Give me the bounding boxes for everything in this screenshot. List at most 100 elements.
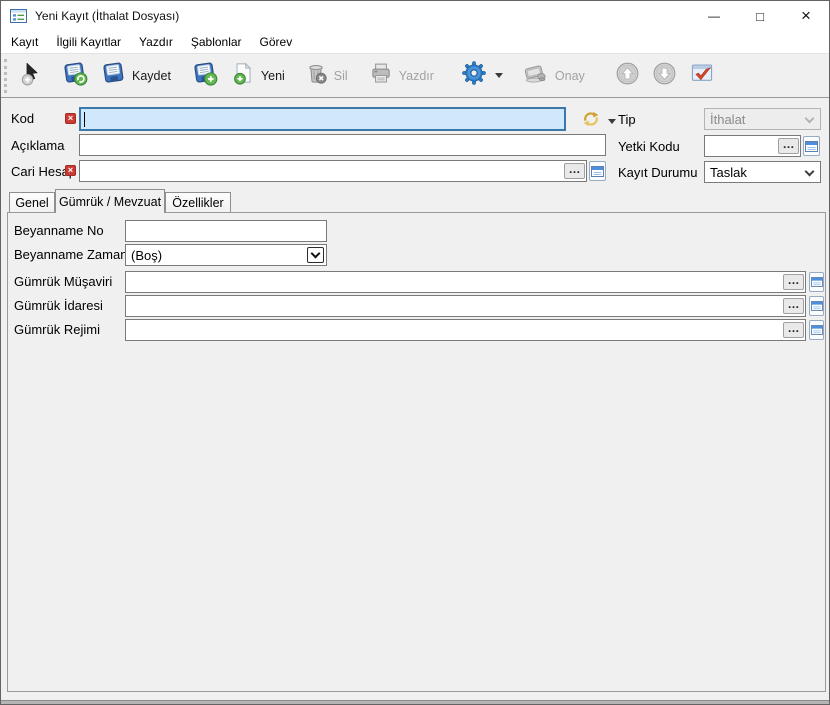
cari-hesap-detail-button[interactable] (589, 161, 606, 181)
approve-stamp-icon (522, 60, 550, 91)
kayit-durumu-chevron-icon (805, 167, 815, 177)
save-button-label: Kaydet (132, 69, 171, 83)
gumruk-rejimi-browse-button[interactable]: … (783, 322, 804, 338)
mini-window-icon (591, 166, 604, 177)
mini-window-icon (811, 277, 823, 287)
toolbar-grip-handle[interactable] (4, 59, 7, 93)
yetki-kodu-detail-button[interactable] (803, 136, 820, 156)
up-arrow-icon (614, 60, 641, 92)
new-record-button[interactable]: Yeni (230, 60, 285, 91)
gumruk-rejimi-detail-button[interactable] (809, 320, 824, 340)
gumruk-musaviri-browse-button[interactable]: … (783, 274, 804, 290)
save-refresh-button[interactable] (62, 60, 88, 91)
beyanname-zamani-value: (Boş) (131, 248, 162, 263)
new-record-icon (230, 60, 256, 91)
down-arrow-icon (651, 60, 678, 92)
print-button[interactable]: Yazdır (368, 60, 434, 91)
tip-select[interactable]: İthalat (704, 108, 821, 130)
kayit-durumu-value: Taslak (710, 165, 747, 180)
cari-hesap-field-wrap: … (79, 160, 587, 182)
menu-kayit[interactable]: Kayıt (2, 31, 47, 53)
tip-label: Tip (618, 112, 636, 127)
menubar: Kayıt İlgili Kayıtlar Yazdır Şablonlar G… (1, 31, 829, 53)
gumruk-idaresi-detail-button[interactable] (809, 296, 824, 316)
cari-hesap-input[interactable] (80, 161, 564, 181)
approve-button-label: Onay (555, 69, 585, 83)
apply-button[interactable] (688, 60, 716, 92)
window-title: Yeni Kayıt (İthalat Dosyası) (35, 9, 179, 23)
menu-sablonlar[interactable]: Şablonlar (182, 31, 251, 53)
titlebar: Yeni Kayıt (İthalat Dosyası) — □ × (1, 1, 829, 31)
aciklama-field-wrap (79, 134, 606, 156)
close-button[interactable]: × (783, 1, 829, 31)
yetki-kodu-label: Yetki Kodu (618, 139, 680, 154)
cari-hesap-browse-button[interactable]: … (564, 163, 585, 179)
save-new-button[interactable] (192, 60, 218, 91)
gumruk-musaviri-input[interactable] (126, 272, 783, 292)
kayit-durumu-select[interactable]: Taslak (704, 161, 821, 183)
settings-button[interactable] (460, 59, 503, 92)
mini-window-icon (811, 325, 823, 335)
cari-hesap-required-icon: × (65, 165, 76, 176)
gumruk-musaviri-label: Gümrük Müşaviri (14, 274, 112, 289)
print-icon (368, 60, 394, 91)
yetki-kodu-input[interactable] (705, 136, 778, 156)
gumruk-musaviri-detail-button[interactable] (809, 272, 824, 292)
application-window: Yeni Kayıt (İthalat Dosyası) — □ × Kayıt… (0, 0, 830, 705)
save-button[interactable]: Kaydet (101, 60, 171, 91)
tab-ozellikler[interactable]: Özellikler (165, 192, 231, 212)
kod-required-icon: × (65, 113, 76, 124)
beyanname-zamani-chevron-icon (311, 249, 321, 259)
app-icon (10, 9, 27, 23)
code-options-button[interactable] (581, 109, 616, 134)
gumruk-idaresi-label: Gümrük İdaresi (14, 298, 103, 313)
menu-gorev[interactable]: Görev (251, 31, 302, 53)
beyanname-zamani-label: Beyanname Zamanı (14, 247, 131, 262)
kod-label: Kod (11, 111, 34, 126)
settings-dropdown-arrow-icon (495, 73, 503, 78)
tab-panel-gumruk-mevzuat: Beyanname No Beyanname Zamanı (Boş) Gümr… (7, 212, 826, 692)
code-options-arrow-icon (608, 119, 616, 124)
gumruk-musaviri-field-wrap: … (125, 271, 806, 293)
move-down-button[interactable] (651, 60, 678, 92)
gumruk-idaresi-field-wrap: … (125, 295, 806, 317)
window-check-icon (688, 60, 716, 92)
mini-window-icon (805, 141, 818, 152)
minimize-button[interactable]: — (691, 1, 737, 31)
beyanname-no-input[interactable] (126, 221, 326, 241)
beyanname-zamani-dropdown-button[interactable] (307, 247, 324, 263)
maximize-button[interactable]: □ (737, 1, 783, 31)
save-refresh-icon (62, 60, 88, 91)
tab-genel[interactable]: Genel (9, 192, 55, 212)
gumruk-idaresi-input[interactable] (126, 296, 783, 316)
tip-chevron-icon (805, 114, 815, 124)
toolbar: Kaydet (1, 53, 829, 98)
aciklama-label: Açıklama (11, 138, 64, 153)
print-button-label: Yazdır (399, 69, 434, 83)
delete-button-label: Sil (334, 69, 348, 83)
kod-input[interactable] (85, 109, 564, 129)
beyanname-no-label: Beyanname No (14, 223, 104, 238)
pointer-add-icon (18, 60, 44, 91)
aciklama-input[interactable] (80, 135, 605, 155)
yetki-kodu-browse-button[interactable]: … (778, 138, 799, 154)
beyanname-no-field-wrap (125, 220, 327, 242)
tab-gumruk-mevzuat[interactable]: Gümrük / Mevzuat (55, 189, 165, 213)
move-up-button[interactable] (614, 60, 641, 92)
menu-yazdir[interactable]: Yazdır (130, 31, 182, 53)
menu-ilgili-kayitlar[interactable]: İlgili Kayıtlar (47, 31, 130, 53)
kod-field-wrap (79, 107, 566, 131)
save-new-icon (192, 60, 218, 91)
gumruk-rejimi-input[interactable] (126, 320, 783, 340)
beyanname-zamani-select[interactable]: (Boş) (125, 244, 327, 266)
pointer-add-button[interactable] (18, 60, 44, 91)
kayit-durumu-label: Kayıt Durumu (618, 165, 697, 180)
save-icon (101, 60, 127, 91)
gear-icon (460, 59, 488, 92)
code-options-icon (581, 109, 601, 134)
yetki-kodu-field-wrap: … (704, 135, 801, 157)
approve-button[interactable]: Onay (522, 60, 585, 91)
gumruk-idaresi-browse-button[interactable]: … (783, 298, 804, 314)
delete-button[interactable]: Sil (303, 60, 348, 91)
gumruk-rejimi-label: Gümrük Rejimi (14, 322, 100, 337)
